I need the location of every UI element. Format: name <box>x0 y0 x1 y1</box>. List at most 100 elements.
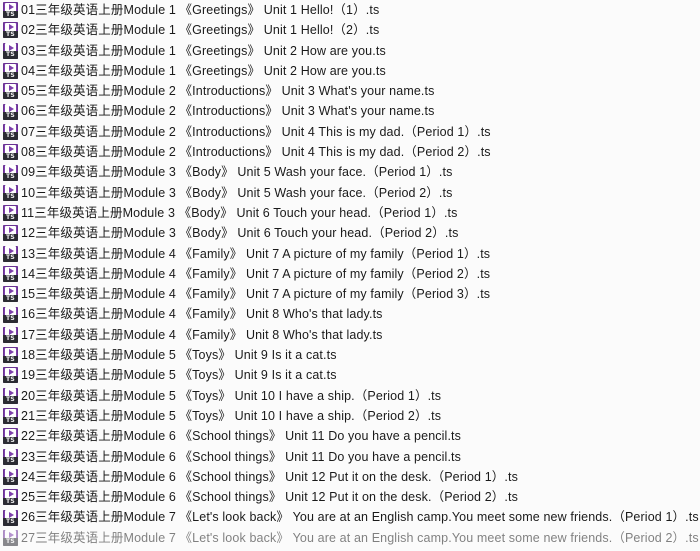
ts-video-file-icon: TS <box>3 164 18 181</box>
ts-format-badge: TS <box>3 457 18 465</box>
play-triangle-glyph <box>8 146 14 153</box>
ts-video-file-icon: TS <box>3 2 18 19</box>
play-triangle-glyph <box>8 227 14 234</box>
play-triangle-glyph <box>8 105 14 112</box>
ts-format-badge: TS <box>3 335 18 343</box>
play-triangle-glyph <box>8 65 14 72</box>
file-name-label: 13三年级英语上册Module 4 《Family》 Unit 7 A pict… <box>21 246 491 261</box>
file-list-item[interactable]: TS 08三年级英语上册Module 2 《Introductions》 Unit… <box>0 142 700 162</box>
file-list-item[interactable]: TS 26三年级英语上册Module 7 《Let's look back》 Yo… <box>0 507 700 527</box>
file-name-label: 01三年级英语上册Module 1 《Greetings》 Unit 1 Hel… <box>21 3 380 17</box>
play-triangle-glyph <box>8 430 14 437</box>
file-list-item[interactable]: TS 11三年级英语上册Module 3 《Body》 Unit 6 Touch … <box>0 203 700 223</box>
file-name-label: 05三年级英语上册Module 2 《Introductions》 Unit 3… <box>21 84 435 99</box>
file-name-label: 08三年级英语上册Module 2 《Introductions》 Unit 4… <box>21 145 491 160</box>
ts-format-badge: TS <box>3 254 18 262</box>
file-name-label: 06三年级英语上册Module 2 《Introductions》 Unit 3… <box>21 104 435 119</box>
file-name-label: 04三年级英语上册Module 1 《Greetings》 Unit 2 How… <box>21 63 386 78</box>
file-list-item[interactable]: TS 22三年级英语上册Module 6 《School things》 Unit… <box>0 426 700 446</box>
file-list-item[interactable]: TS 25三年级英语上册Module 6 《School things》 Unit… <box>0 487 700 507</box>
ts-video-file-icon: TS <box>3 509 18 526</box>
ts-format-badge: TS <box>3 315 18 323</box>
file-name-label: 27三年级英语上册Module 7 《Let's look back》 You … <box>21 530 699 545</box>
file-list-item[interactable]: TS 20三年级英语上册Module 5 《Toys》 Unit 10 I hav… <box>0 386 700 406</box>
file-list-item[interactable]: TS 09三年级英语上册Module 3 《Body》 Unit 5 Wash y… <box>0 162 700 182</box>
ts-video-file-icon: TS <box>3 529 18 546</box>
ts-video-file-icon: TS <box>3 367 18 384</box>
file-list-item[interactable]: TS 16三年级英语上册Module 4 《Family》 Unit 8 Who'… <box>0 304 700 324</box>
ts-video-file-icon: TS <box>3 387 18 404</box>
file-list-item[interactable]: TS 27三年级英语上册Module 7 《Let's look back》 Yo… <box>0 528 700 548</box>
ts-format-badge: TS <box>3 132 18 140</box>
ts-format-badge: TS <box>3 152 18 161</box>
file-name-label: 11三年级英语上册Module 3 《Body》 Unit 6 Touch yo… <box>21 205 458 220</box>
file-list-item[interactable]: TS 07三年级英语上册Module 2 《Introductions》 Unit… <box>0 122 700 142</box>
file-name-label: 21三年级英语上册Module 5 《Toys》 Unit 10 I have … <box>21 408 442 423</box>
file-name-label: 10三年级英语上册Module 3 《Body》 Unit 5 Wash you… <box>21 185 453 200</box>
play-triangle-glyph <box>8 186 14 193</box>
file-name-label: 24三年级英语上册Module 6 《School things》 Unit 1… <box>21 469 518 484</box>
file-list-item[interactable]: TS 05三年级英语上册Module 2 《Introductions》 Unit… <box>0 81 700 101</box>
ts-format-badge: TS <box>3 112 18 120</box>
file-list-item[interactable]: TS 23三年级英语上册Module 6 《School things》 Unit… <box>0 447 700 467</box>
ts-video-file-icon: TS <box>3 347 18 364</box>
ts-format-badge: TS <box>3 30 18 39</box>
file-list-item[interactable]: TS 14三年级英语上册Module 4 《Family》 Unit 7 A pi… <box>0 264 700 284</box>
file-list-item[interactable]: TS 03三年级英语上册Module 1 《Greetings》 Unit 2 H… <box>0 41 700 61</box>
file-list-item[interactable]: TS 15三年级英语上册Module 4 《Family》 Unit 7 A pi… <box>0 284 700 304</box>
ts-video-file-icon: TS <box>3 245 18 262</box>
file-name-label: 25三年级英语上册Module 6 《School things》 Unit 1… <box>21 490 518 505</box>
ts-video-file-icon: TS <box>3 489 18 506</box>
ts-video-file-icon: TS <box>3 448 18 465</box>
file-list-item[interactable]: TS 21三年级英语上册Module 5 《Toys》 Unit 10 I hav… <box>0 406 700 426</box>
file-list-item[interactable]: TS 01三年级英语上册Module 1 《Greetings》 Unit 1 H… <box>0 0 700 20</box>
play-triangle-glyph <box>8 308 14 315</box>
ts-video-file-icon: TS <box>3 22 18 39</box>
file-list[interactable]: TS 01三年级英语上册Module 1 《Greetings》 Unit 1 H… <box>0 0 700 548</box>
file-name-label: 03三年级英语上册Module 1 《Greetings》 Unit 2 How… <box>21 43 386 58</box>
file-name-label: 15三年级英语上册Module 4 《Family》 Unit 7 A pict… <box>21 287 491 302</box>
ts-format-badge: TS <box>3 193 18 201</box>
ts-format-badge: TS <box>3 436 18 445</box>
file-list-item[interactable]: TS 17三年级英语上册Module 4 《Family》 Unit 8 Who'… <box>0 325 700 345</box>
play-triangle-glyph <box>8 85 14 92</box>
ts-format-badge: TS <box>3 355 18 364</box>
play-triangle-glyph <box>8 125 14 132</box>
ts-video-file-icon: TS <box>3 144 18 161</box>
file-name-label: 16三年级英语上册Module 4 《Family》 Unit 8 Who's … <box>21 307 383 322</box>
file-list-item[interactable]: TS 19三年级英语上册Module 5 《Toys》 Unit 9 Is it … <box>0 365 700 385</box>
play-triangle-glyph <box>8 4 14 11</box>
play-triangle-glyph <box>8 491 14 498</box>
file-list-item[interactable]: TS 12三年级英语上册Module 3 《Body》 Unit 6 Touch … <box>0 223 700 243</box>
ts-format-badge: TS <box>3 416 18 425</box>
file-list-item[interactable]: TS 02三年级英语上册Module 1 《Greetings》 Unit 1 H… <box>0 20 700 40</box>
file-name-label: 07三年级英语上册Module 2 《Introductions》 Unit 4… <box>21 124 491 139</box>
file-list-item[interactable]: TS 24三年级英语上册Module 6 《School things》 Unit… <box>0 467 700 487</box>
play-triangle-glyph <box>8 288 14 295</box>
file-name-label: 02三年级英语上册Module 1 《Greetings》 Unit 1 Hel… <box>21 23 380 38</box>
file-list-item[interactable]: TS 13三年级英语上册Module 4 《Family》 Unit 7 A pi… <box>0 244 700 264</box>
file-name-label: 26三年级英语上册Module 7 《Let's look back》 You … <box>21 510 699 525</box>
file-name-label: 19三年级英语上册Module 5 《Toys》 Unit 9 Is it a … <box>21 368 337 383</box>
file-name-label: 12三年级英语上册Module 3 《Body》 Unit 6 Touch yo… <box>21 226 459 241</box>
ts-video-file-icon: TS <box>3 184 18 201</box>
play-triangle-glyph <box>8 389 14 396</box>
ts-format-badge: TS <box>3 477 18 485</box>
ts-video-file-icon: TS <box>3 428 18 445</box>
ts-video-file-icon: TS <box>3 286 18 303</box>
ts-format-badge: TS <box>3 213 18 222</box>
play-triangle-glyph <box>8 328 14 335</box>
file-list-item[interactable]: TS 10三年级英语上册Module 3 《Body》 Unit 5 Wash y… <box>0 183 700 203</box>
ts-format-badge: TS <box>3 538 18 546</box>
file-name-label: 18三年级英语上册Module 5 《Toys》 Unit 9 Is it a … <box>21 348 337 363</box>
file-list-item[interactable]: TS 04三年级英语上册Module 1 《Greetings》 Unit 2 H… <box>0 61 700 81</box>
ts-video-file-icon: TS <box>3 83 18 100</box>
file-list-item[interactable]: TS 18三年级英语上册Module 5 《Toys》 Unit 9 Is it … <box>0 345 700 365</box>
play-triangle-glyph <box>8 247 14 254</box>
ts-format-badge: TS <box>3 173 18 181</box>
file-list-item[interactable]: TS 06三年级英语上册Module 2 《Introductions》 Unit… <box>0 101 700 121</box>
play-triangle-glyph <box>8 369 14 376</box>
ts-video-file-icon: TS <box>3 123 18 140</box>
ts-format-badge: TS <box>3 91 18 100</box>
ts-format-badge: TS <box>3 274 18 282</box>
